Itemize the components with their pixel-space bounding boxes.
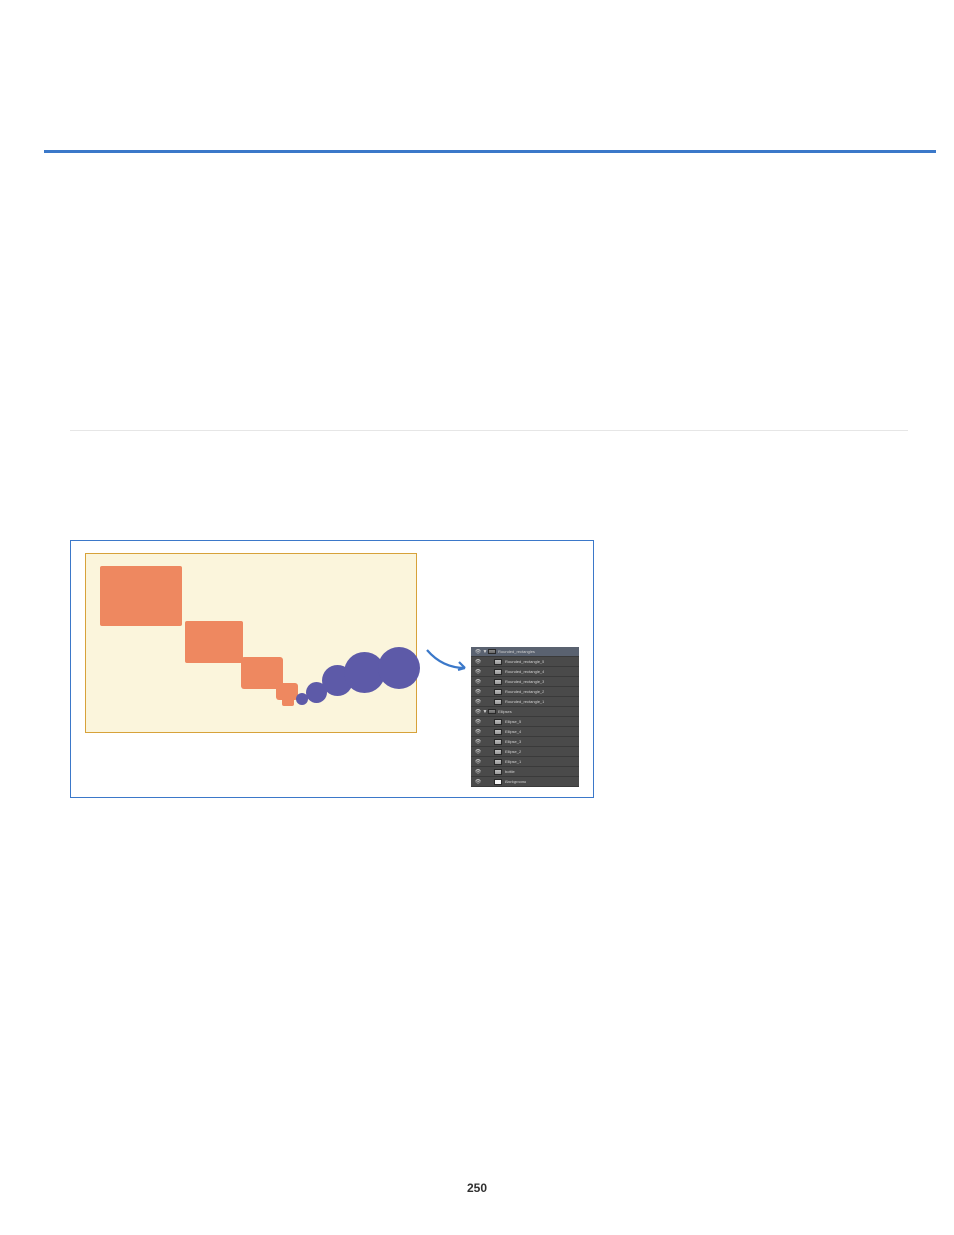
layer-row[interactable]: 👁 Rounded_rectangle_4	[471, 667, 579, 677]
rounded-rectangle-shape	[100, 566, 182, 626]
layer-label: Ellipse_3	[505, 739, 521, 744]
rounded-rectangle-shape	[185, 621, 243, 663]
visibility-icon[interactable]: 👁	[474, 749, 482, 755]
rounded-rectangle-shape	[282, 696, 294, 706]
layer-label: Rounded_rectangle_2	[505, 689, 544, 694]
shape-thumb-icon	[494, 749, 502, 755]
shape-thumb-icon	[494, 679, 502, 685]
layer-label: Background	[505, 779, 526, 784]
shape-thumb-icon	[494, 689, 502, 695]
layers-panel: 👁 ▼ Rounded_rectangles 👁 Rounded_rectang…	[471, 647, 579, 787]
figure-frame: 👁 ▼ Rounded_rectangles 👁 Rounded_rectang…	[70, 540, 594, 798]
layer-row[interactable]: 👁 Rounded_rectangle_2	[471, 687, 579, 697]
ellipse-shape	[378, 647, 420, 689]
shape-thumb-icon	[494, 729, 502, 735]
visibility-icon[interactable]: 👁	[474, 669, 482, 675]
visibility-icon[interactable]: 👁	[474, 709, 482, 715]
folder-icon	[488, 649, 496, 654]
layer-row[interactable]: 👁 Ellipse_2	[471, 747, 579, 757]
visibility-icon[interactable]: 👁	[474, 729, 482, 735]
visibility-icon[interactable]: 👁	[474, 739, 482, 745]
shape-thumb-icon	[494, 719, 502, 725]
shape-thumb-icon	[494, 739, 502, 745]
visibility-icon[interactable]: 👁	[474, 689, 482, 695]
layer-group-label: Ellipses	[498, 709, 512, 714]
layer-row[interactable]: 👁 Ellipse_4	[471, 727, 579, 737]
shape-thumb-icon	[494, 669, 502, 675]
layer-group-header[interactable]: 👁 ▼ Rounded_rectangles	[471, 647, 579, 657]
visibility-icon[interactable]: 👁	[474, 679, 482, 685]
layer-row[interactable]: 👁 Rounded_rectangle_1	[471, 697, 579, 707]
layer-row[interactable]: 👁 Rounded_rectangle_3	[471, 677, 579, 687]
section-divider	[70, 430, 908, 431]
layer-label: Ellipse_1	[505, 759, 521, 764]
shape-thumb-icon	[494, 769, 502, 775]
layer-label: Ellipse_2	[505, 749, 521, 754]
arrow-icon	[425, 646, 471, 674]
header-divider	[44, 150, 936, 153]
page-number: 250	[0, 1181, 954, 1195]
layer-label: Rounded_rectangle_3	[505, 679, 544, 684]
layer-row[interactable]: 👁 Rounded_rectangle_5	[471, 657, 579, 667]
layer-row[interactable]: 👁 Background	[471, 777, 579, 787]
visibility-icon[interactable]: 👁	[474, 659, 482, 665]
layer-label: Rounded_rectangle_1	[505, 699, 544, 704]
layer-group-label: Rounded_rectangles	[498, 649, 535, 654]
layer-label: Ellipse_4	[505, 729, 521, 734]
visibility-icon[interactable]: 👁	[474, 719, 482, 725]
visibility-icon[interactable]: 👁	[474, 759, 482, 765]
layer-row[interactable]: 👁 Ellipse_3	[471, 737, 579, 747]
visibility-icon[interactable]: 👁	[474, 779, 482, 785]
shape-thumb-icon	[494, 759, 502, 765]
layer-label: Rounded_rectangle_5	[505, 659, 544, 664]
shape-thumb-icon	[494, 659, 502, 665]
visibility-icon[interactable]: 👁	[474, 699, 482, 705]
layer-label: Ellipse_5	[505, 719, 521, 724]
folder-icon	[488, 709, 496, 714]
illustration-canvas	[85, 553, 417, 733]
layer-label: bottle	[505, 769, 515, 774]
visibility-icon[interactable]: 👁	[474, 649, 482, 655]
background-thumb-icon	[494, 779, 502, 785]
layer-row[interactable]: 👁 bottle	[471, 767, 579, 777]
layer-label: Rounded_rectangle_4	[505, 669, 544, 674]
layer-row[interactable]: 👁 Ellipse_1	[471, 757, 579, 767]
layer-row[interactable]: 👁 Ellipse_5	[471, 717, 579, 727]
layer-group-header[interactable]: 👁 ▼ Ellipses	[471, 707, 579, 717]
shape-thumb-icon	[494, 699, 502, 705]
visibility-icon[interactable]: 👁	[474, 769, 482, 775]
